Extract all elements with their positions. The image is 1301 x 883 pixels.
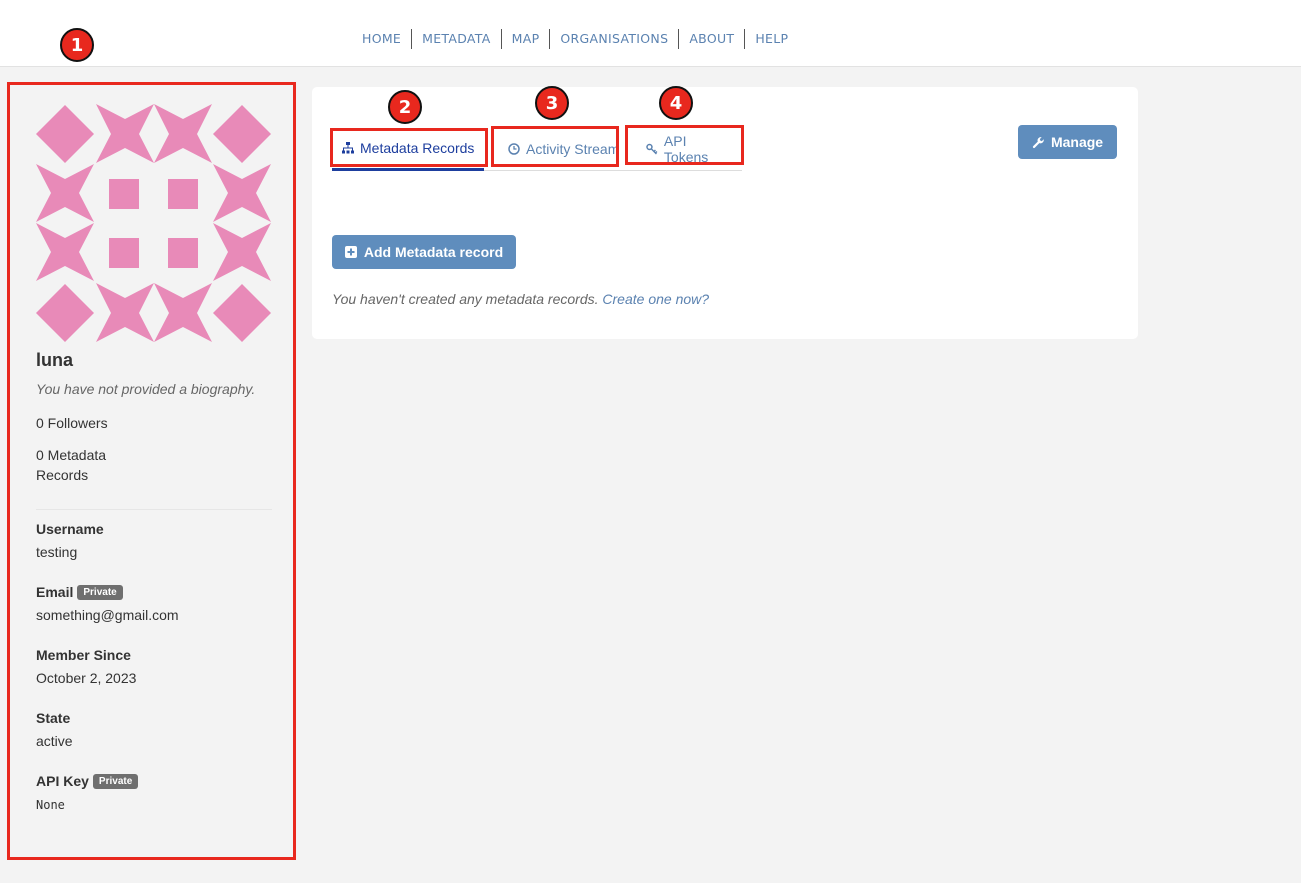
manage-button[interactable]: Manage <box>1018 125 1117 159</box>
annotation-box-4 <box>625 125 744 165</box>
annotation-box-3 <box>491 126 619 167</box>
nav-organisations[interactable]: ORGANISATIONS <box>549 29 678 49</box>
annotation-box-1 <box>7 82 296 860</box>
annotation-marker-1: 1 <box>60 28 94 62</box>
plus-square-icon <box>344 246 357 258</box>
top-navigation-bar: HOME METADATA MAP ORGANISATIONS ABOUT HE… <box>0 0 1301 67</box>
add-metadata-record-button[interactable]: Add Metadata record <box>332 235 516 269</box>
empty-records-message: You haven't created any metadata records… <box>332 291 709 307</box>
add-metadata-record-label: Add Metadata record <box>363 244 504 260</box>
nav-map[interactable]: MAP <box>500 29 550 49</box>
nav-help[interactable]: HELP <box>744 29 798 49</box>
annotation-marker-4: 4 <box>659 86 693 120</box>
nav-about[interactable]: ABOUT <box>678 29 744 49</box>
create-one-now-link[interactable]: Create one now? <box>602 291 709 307</box>
nav-home[interactable]: HOME <box>352 29 411 49</box>
annotation-marker-2: 2 <box>388 90 422 124</box>
wrench-icon <box>1032 136 1044 148</box>
main-nav: HOME METADATA MAP ORGANISATIONS ABOUT HE… <box>352 29 798 49</box>
manage-button-label: Manage <box>1050 134 1104 150</box>
annotation-marker-3: 3 <box>535 86 569 120</box>
annotation-box-2 <box>330 128 488 167</box>
nav-metadata[interactable]: METADATA <box>411 29 501 49</box>
empty-message-text: You haven't created any metadata records… <box>332 291 599 307</box>
